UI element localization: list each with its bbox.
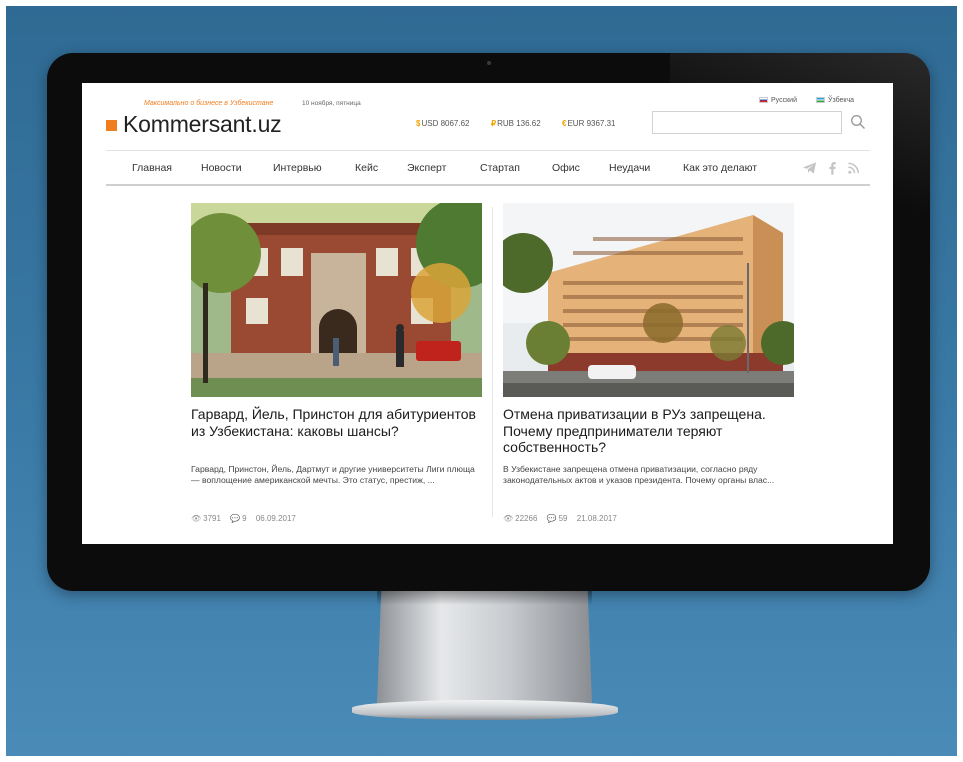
nav-item-office[interactable]: Офис [552, 162, 580, 174]
stand-shadow [377, 591, 592, 605]
currency-rub-label: RUB 136.62 [497, 119, 541, 128]
telegram-icon[interactable] [802, 161, 817, 175]
article-date: 06.09.2017 [255, 514, 296, 523]
main-nav: Главная Новости Интервью Кейс Эксперт Ст… [106, 150, 870, 186]
nav-item-startup[interactable]: Стартап [480, 162, 520, 174]
eye-icon: 👁 [503, 514, 514, 523]
current-date: 10 ноября, пятница [302, 100, 361, 107]
nav-item-failures[interactable]: Неудачи [609, 162, 650, 174]
facebook-icon[interactable] [825, 161, 840, 175]
article-photo-building[interactable] [503, 203, 794, 397]
article-headline[interactable]: Гарвард, Йель, Принстон для абитуриентов… [191, 406, 482, 439]
search-input[interactable] [652, 111, 842, 134]
nav-item-home[interactable]: Главная [132, 162, 172, 174]
nav-item-news[interactable]: Новости [201, 162, 242, 174]
monitor-base [352, 700, 618, 720]
comment-count: 59 [558, 514, 568, 523]
article-date: 21.08.2017 [576, 514, 617, 523]
comment-count: 9 [242, 514, 247, 523]
article-lead: Гарвард, Принстон, Йель, Дартмут и други… [191, 464, 475, 486]
nav-item-how-its-done[interactable]: Как это делают [683, 162, 757, 174]
lang-uzbek-label: Ўзбекча [828, 97, 855, 104]
currency-eur-label: EUR 9367.31 [567, 119, 616, 128]
ruble-icon: ₽ [491, 119, 497, 128]
nav-item-interview[interactable]: Интервью [273, 162, 322, 174]
nav-item-expert[interactable]: Эксперт [407, 162, 446, 174]
article-lead: В Узбекистане запрещена отмена приватиза… [503, 464, 775, 486]
euro-icon: € [562, 119, 567, 128]
nav-item-case[interactable]: Кейс [355, 162, 378, 174]
currency-eur: €EUR 9367.31 [562, 119, 615, 128]
currency-usd: $USD 8067.62 [416, 119, 469, 128]
search-icon[interactable] [850, 114, 866, 130]
column-divider [492, 207, 493, 517]
eye-icon: 👁 [191, 514, 202, 523]
article-meta: 👁 3791 💬 9 06.09.2017 [191, 514, 296, 523]
currency-rub: ₽RUB 136.62 [491, 119, 541, 128]
article-photo-university[interactable] [191, 203, 482, 397]
lang-russian-label: Русский [771, 97, 797, 104]
site-tagline: Максимально о бизнесе в Узбекистане [144, 100, 274, 107]
dollar-icon: $ [416, 119, 421, 128]
site-header: Максимально о бизнесе в Узбекистане 10 н… [106, 97, 870, 145]
currency-usd-label: USD 8067.62 [421, 119, 470, 128]
comment-icon: 💬 [230, 514, 241, 523]
uzbekistan-flag-icon [816, 97, 825, 104]
lang-russian[interactable]: Русский [759, 97, 797, 104]
view-count: 3791 [203, 514, 221, 523]
site-logo[interactable]: Kommersant.uz [123, 111, 282, 138]
monitor-stand [377, 591, 592, 703]
article-headline[interactable]: Отмена приватизации в РУз запрещена. Поч… [503, 406, 794, 456]
monitor-screen: Максимально о бизнесе в Узбекистане 10 н… [82, 83, 893, 544]
view-count: 22266 [515, 514, 538, 523]
comment-icon: 💬 [546, 514, 557, 523]
rss-icon[interactable] [847, 161, 862, 175]
webcam-icon [487, 61, 491, 65]
logo-square-icon [106, 120, 117, 131]
russia-flag-icon [759, 97, 768, 104]
lang-uzbek[interactable]: Ўзбекча [816, 97, 854, 104]
article-meta: 👁 22266 💬 59 21.08.2017 [503, 514, 617, 523]
